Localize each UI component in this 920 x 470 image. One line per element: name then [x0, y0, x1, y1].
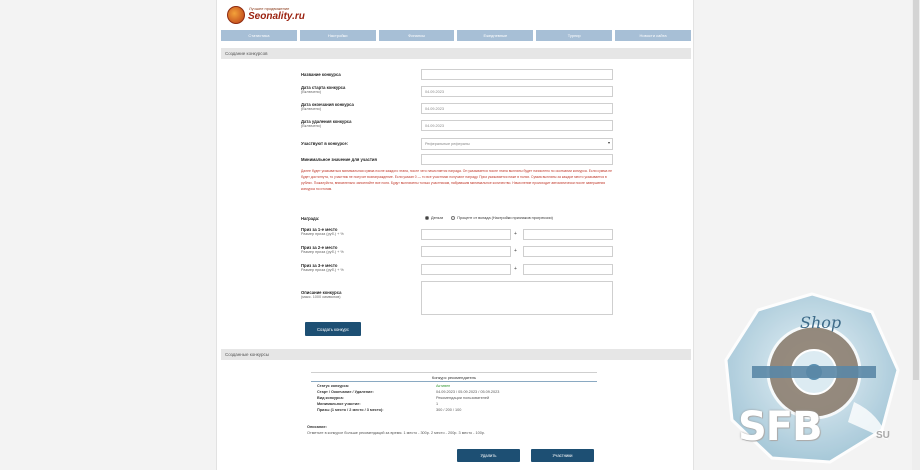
divider	[311, 381, 597, 382]
min-value-label: Минимальное значение для участия	[301, 157, 377, 162]
card-desc-text: Отметьте в конкурсе больше рекомендаций …	[307, 431, 486, 435]
prize1-amount-input[interactable]	[421, 229, 511, 240]
nav-item-finance[interactable]: Финансы	[378, 30, 455, 41]
chevron-down-icon: ▾	[607, 140, 610, 145]
watermark-shop-text: Shop	[800, 313, 841, 332]
watermark-brand: SFB	[738, 404, 823, 450]
card-desc-label: Описание:	[307, 425, 327, 429]
main-nav: Статистика Настройки Финансы Ежедневные …	[221, 30, 691, 41]
delete-contest-button[interactable]: Удалить	[457, 449, 520, 462]
description-textarea[interactable]	[421, 281, 613, 315]
contest-card: Конкурс рекомендатель Статус конкурса: А…	[307, 372, 597, 438]
description-label: Описание конкурса (макс. 1000 символов)	[301, 290, 342, 299]
page-container: Лучшее продвижение Seonality.ru Статисти…	[216, 0, 694, 470]
reward-label: Награда:	[301, 216, 320, 221]
card-key-type: Вид конкурса:	[317, 396, 344, 400]
site-header: Лучшее продвижение Seonality.ru	[217, 0, 693, 28]
participants-button[interactable]: Участники	[531, 449, 594, 462]
participants-label: Участвуют в конкурсе:	[301, 141, 349, 146]
card-value-dates: 04.09.2023 / 05.09.2023 / 05.09.2023	[436, 390, 500, 394]
card-value-status: Активен	[436, 384, 451, 388]
warning-text: Далее будет указываться минимальная сумм…	[301, 169, 613, 191]
end-date-input[interactable]: 04.09.2023	[421, 103, 613, 114]
delete-date-input[interactable]: 04.09.2023	[421, 120, 613, 131]
radio-selected-icon[interactable]	[425, 216, 429, 220]
created-section-header: Созданные конкурсы	[221, 349, 691, 360]
start-date-input[interactable]: 04.09.2023	[421, 86, 613, 97]
watermark-tld: SU	[876, 430, 890, 441]
nav-item-stats[interactable]: Статистика	[221, 30, 297, 41]
logo-icon[interactable]	[227, 6, 245, 24]
reward-money-option[interactable]: Деньги	[425, 216, 443, 220]
contest-card-title: Конкурс рекомендатель	[431, 375, 477, 380]
plus-icon: +	[514, 248, 517, 254]
participants-value: Реферальные рефералы	[425, 142, 470, 146]
logo-name[interactable]: Seonality.ru	[248, 11, 305, 22]
prize2-label: Приз за 2-е место Размер приза (руб.) + %	[301, 245, 344, 254]
scrollbar[interactable]	[912, 0, 920, 470]
contest-name-label: Название конкурса	[301, 72, 341, 77]
scrollbar-thumb[interactable]	[913, 0, 919, 380]
prize3-percent-input[interactable]	[523, 264, 613, 275]
prize1-percent-input[interactable]	[523, 229, 613, 240]
nav-item-tournament[interactable]: Турнир	[536, 30, 613, 41]
end-date-label: Дата окончания конкурса (Включено)	[301, 102, 354, 111]
plus-icon: +	[514, 266, 517, 272]
card-value-min: 1	[436, 402, 439, 406]
nav-item-daily[interactable]: Ежедневные	[457, 30, 534, 41]
start-date-label: Дата старта конкурса (Включено)	[301, 85, 346, 94]
prize3-amount-input[interactable]	[421, 264, 511, 275]
contest-name-input[interactable]	[421, 69, 613, 80]
delete-date-label: Дата удаления конкурса (Включено)	[301, 119, 352, 128]
radio-icon[interactable]	[451, 216, 456, 220]
nav-item-news[interactable]: Новости сайта	[615, 30, 691, 41]
create-contest-button[interactable]: Создать конкурс	[305, 322, 361, 336]
card-key-prizes: Призы (1 место / 2 место / 3 место):	[317, 408, 384, 412]
reward-options: Деньги Процент от вклада (Настройки приз…	[425, 216, 553, 220]
prize1-label: Приз за 1-е место Размер приза (руб.) + %	[301, 227, 344, 236]
create-section-header: Создание конкурсов	[221, 48, 691, 59]
min-value-input[interactable]	[421, 154, 613, 165]
card-key-status: Статус конкурса:	[317, 384, 350, 388]
card-key-min: Минимальное участие:	[317, 402, 361, 406]
participants-select[interactable]: Реферальные рефералы ▾	[421, 138, 613, 150]
card-value-type: Рекомендации пользователей	[436, 396, 490, 400]
card-key-dates: Старт / Окончание / Удаление:	[317, 390, 374, 394]
reward-bonus-option[interactable]: Процент от вклада (Настройки признаков п…	[451, 216, 553, 220]
prize2-percent-input[interactable]	[523, 246, 613, 257]
prize2-amount-input[interactable]	[421, 246, 511, 257]
card-value-prizes: 300 / 200 / 100	[436, 408, 462, 412]
prize3-label: Приз за 3-е место Размер приза (руб.) + %	[301, 263, 344, 272]
plus-icon: +	[514, 231, 517, 237]
nav-item-settings[interactable]: Настройки	[299, 30, 376, 41]
